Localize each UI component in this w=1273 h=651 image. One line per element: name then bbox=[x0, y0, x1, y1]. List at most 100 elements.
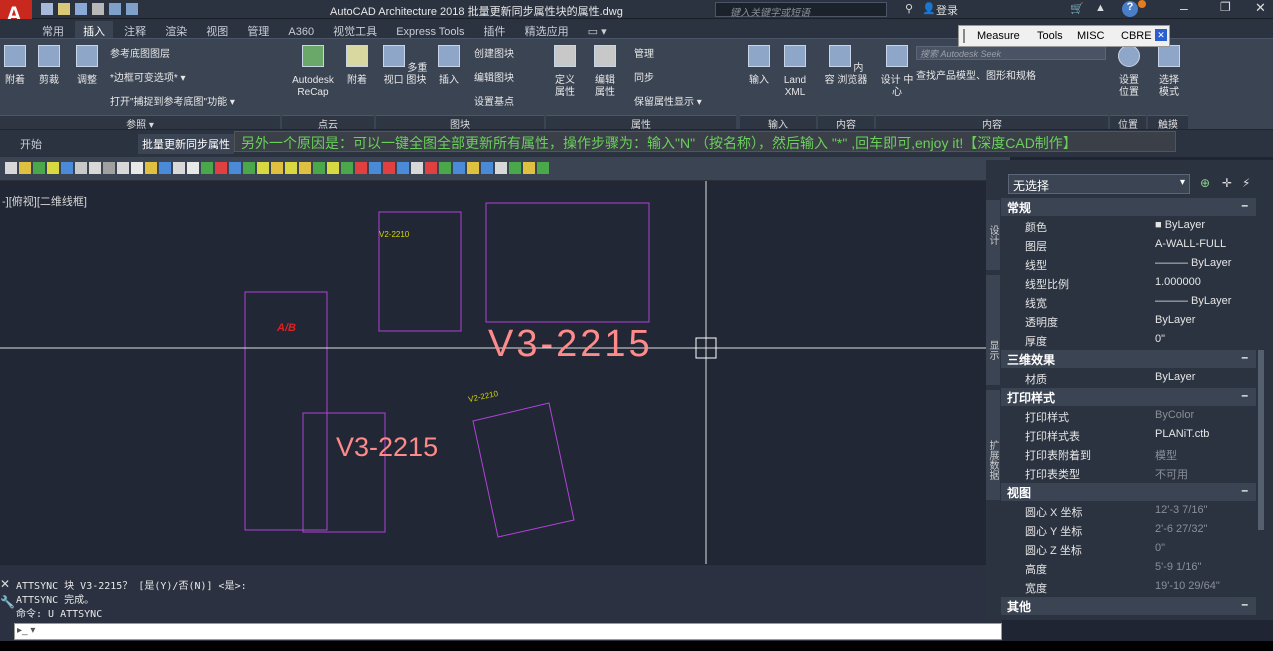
maximize-button[interactable]: ❐ bbox=[1220, 0, 1231, 14]
property-value[interactable]: ByLayer bbox=[1155, 314, 1195, 326]
property-row[interactable]: 线宽 ——— ByLayer bbox=[1001, 293, 1256, 311]
toolbar-tool-icon[interactable] bbox=[145, 162, 157, 175]
drawing-canvas[interactable]: -][俯视][二维线框] A/B V2-2210 V2-2210 V3-2215… bbox=[0, 181, 1002, 564]
multi-viewport-button[interactable]: 多重视口 图块 bbox=[380, 45, 430, 87]
collapse-icon[interactable]: – bbox=[1241, 198, 1248, 212]
property-row[interactable]: 高度 5'-9 1/16" bbox=[1001, 559, 1256, 577]
toolbar-tool-icon[interactable] bbox=[467, 162, 479, 175]
toolbar-tool-icon[interactable] bbox=[369, 162, 381, 175]
frame-variable-dropdown[interactable]: *边框可变选项* ▾ bbox=[110, 69, 186, 84]
toolbar-tool-icon[interactable] bbox=[187, 162, 199, 175]
attribute-text-large[interactable]: V3-2215 bbox=[488, 323, 653, 366]
property-row[interactable]: 打印样式 ByColor bbox=[1001, 407, 1256, 425]
select-objects-icon[interactable]: ✛ bbox=[1222, 176, 1232, 190]
block-rect-2[interactable] bbox=[485, 202, 650, 323]
toolbar-tool-icon[interactable] bbox=[425, 162, 437, 175]
block-rect-4[interactable] bbox=[302, 412, 386, 533]
toolbar-tool-icon[interactable] bbox=[229, 162, 241, 175]
property-value[interactable]: A-WALL-FULL bbox=[1155, 238, 1226, 250]
close-icon[interactable]: ✕ bbox=[0, 577, 10, 591]
toolbar-tool-icon[interactable] bbox=[201, 162, 213, 175]
edit-block-button[interactable]: 编辑图块 bbox=[474, 69, 514, 84]
toolbar-tool-icon[interactable] bbox=[327, 162, 339, 175]
tab-current-drawing[interactable]: 批量更新同步属性 bbox=[138, 134, 234, 154]
toolbar-tool-icon[interactable] bbox=[173, 162, 185, 175]
property-row[interactable]: 打印表类型 不可用 bbox=[1001, 464, 1256, 482]
design-center-button[interactable]: 设计 中心 bbox=[880, 45, 914, 99]
import-button[interactable]: 输入 bbox=[744, 45, 774, 87]
help-button[interactable]: ? bbox=[1122, 1, 1138, 17]
toolbar-tool-icon[interactable] bbox=[215, 162, 227, 175]
toolbar-tool-icon[interactable] bbox=[61, 162, 73, 175]
print-icon[interactable] bbox=[92, 3, 105, 16]
toolbar-tool-icon[interactable] bbox=[5, 162, 17, 175]
property-section-header[interactable]: 视图 – bbox=[1001, 483, 1256, 501]
property-section-header[interactable]: 打印样式 – bbox=[1001, 388, 1256, 406]
menu-measure[interactable]: Measure bbox=[977, 30, 1020, 42]
selection-dropdown[interactable]: 无选择 ▾ bbox=[1008, 174, 1190, 194]
toolbar-tool-icon[interactable] bbox=[131, 162, 143, 175]
property-row[interactable]: 圆心 Y 坐标 2'-6 27/32" bbox=[1001, 521, 1256, 539]
wrench-icon[interactable]: 🔧 bbox=[0, 595, 15, 609]
toolbar-tool-icon[interactable] bbox=[537, 162, 549, 175]
attach-button[interactable]: 附着 bbox=[0, 45, 30, 87]
toolbar-tool-icon[interactable] bbox=[75, 162, 87, 175]
property-row[interactable]: 透明度 ByLayer bbox=[1001, 312, 1256, 330]
toolbar-tool-icon[interactable] bbox=[117, 162, 129, 175]
property-row[interactable]: 圆心 X 坐标 12'-3 7/16" bbox=[1001, 502, 1256, 520]
property-row[interactable]: 圆心 Z 坐标 0" bbox=[1001, 540, 1256, 558]
property-row[interactable]: 打印表附着到 模型 bbox=[1001, 445, 1256, 463]
collapse-icon[interactable]: – bbox=[1241, 350, 1248, 364]
keep-attribute-display-dropdown[interactable]: 保留属性显示 ▾ bbox=[634, 93, 702, 108]
property-row[interactable]: 线型 ——— ByLayer bbox=[1001, 255, 1256, 273]
property-row[interactable]: 图层 A-WALL-FULL bbox=[1001, 236, 1256, 254]
clip-button[interactable]: 剪裁 bbox=[34, 45, 64, 87]
property-value[interactable]: ByColor bbox=[1155, 409, 1194, 421]
a360-icon[interactable]: ▲ bbox=[1095, 2, 1106, 14]
toolbar-tool-icon[interactable] bbox=[313, 162, 325, 175]
property-section-header[interactable]: 三维效果 – bbox=[1001, 350, 1256, 368]
define-attribute-button[interactable]: 定义 属性 bbox=[550, 45, 580, 99]
land-xml-button[interactable]: Land XML bbox=[778, 45, 812, 99]
property-value[interactable]: ——— ByLayer bbox=[1155, 295, 1231, 307]
property-value[interactable]: 0" bbox=[1155, 542, 1165, 554]
minimize-button[interactable]: – bbox=[1180, 0, 1188, 16]
binoculars-icon[interactable]: ⚲ bbox=[905, 2, 913, 15]
property-value[interactable]: PLANiT.ctb bbox=[1155, 428, 1209, 440]
redo-icon[interactable] bbox=[126, 3, 139, 16]
new-icon[interactable] bbox=[41, 3, 53, 16]
toolbar-tool-icon[interactable] bbox=[257, 162, 269, 175]
property-value[interactable]: 模型 bbox=[1155, 447, 1177, 463]
command-input[interactable]: ▸_ ▾ bbox=[14, 623, 1002, 640]
side-tab-design[interactable]: 设计 bbox=[986, 200, 1000, 270]
collapse-icon[interactable]: – bbox=[1241, 483, 1248, 497]
toolbar-tool-icon[interactable] bbox=[411, 162, 423, 175]
property-row[interactable]: 材质 ByLayer bbox=[1001, 369, 1256, 387]
toolbar-tool-icon[interactable] bbox=[495, 162, 507, 175]
toolbar-tool-icon[interactable] bbox=[355, 162, 367, 175]
property-value[interactable]: ——— ByLayer bbox=[1155, 257, 1231, 269]
close-button[interactable]: ✕ bbox=[1255, 0, 1266, 16]
grip-handle[interactable] bbox=[963, 29, 966, 43]
undo-icon[interactable] bbox=[109, 3, 122, 16]
toolbar-tool-icon[interactable] bbox=[341, 162, 353, 175]
property-value[interactable]: 不可用 bbox=[1155, 466, 1188, 482]
property-row[interactable]: 厚度 0" bbox=[1001, 331, 1256, 349]
property-row[interactable]: 宽度 19'-10 29/64" bbox=[1001, 578, 1256, 596]
cart-icon[interactable]: 🛒 bbox=[1070, 2, 1084, 15]
property-value[interactable]: 19'-10 29/64" bbox=[1155, 580, 1220, 592]
content-browser-button[interactable]: 内容 浏览器 bbox=[824, 45, 868, 87]
edit-attribute-button[interactable]: 编辑 属性 bbox=[590, 45, 620, 99]
scrollbar[interactable] bbox=[1258, 350, 1264, 530]
toolbar-tool-icon[interactable] bbox=[383, 162, 395, 175]
insert-button[interactable]: 插入 bbox=[434, 45, 464, 87]
menu-tools[interactable]: Tools bbox=[1037, 30, 1063, 42]
property-value[interactable]: ■ ByLayer bbox=[1155, 219, 1205, 231]
create-block-button[interactable]: 创建图块 bbox=[474, 45, 514, 60]
toolbar-tool-icon[interactable] bbox=[453, 162, 465, 175]
property-value[interactable]: 0" bbox=[1155, 333, 1165, 345]
small-tag-1[interactable]: V2-2210 bbox=[379, 230, 409, 239]
recap-button[interactable]: Autodesk ReCap bbox=[284, 45, 342, 99]
attribute-text-medium[interactable]: V3-2215 bbox=[336, 432, 438, 463]
save-icon[interactable] bbox=[75, 3, 88, 16]
